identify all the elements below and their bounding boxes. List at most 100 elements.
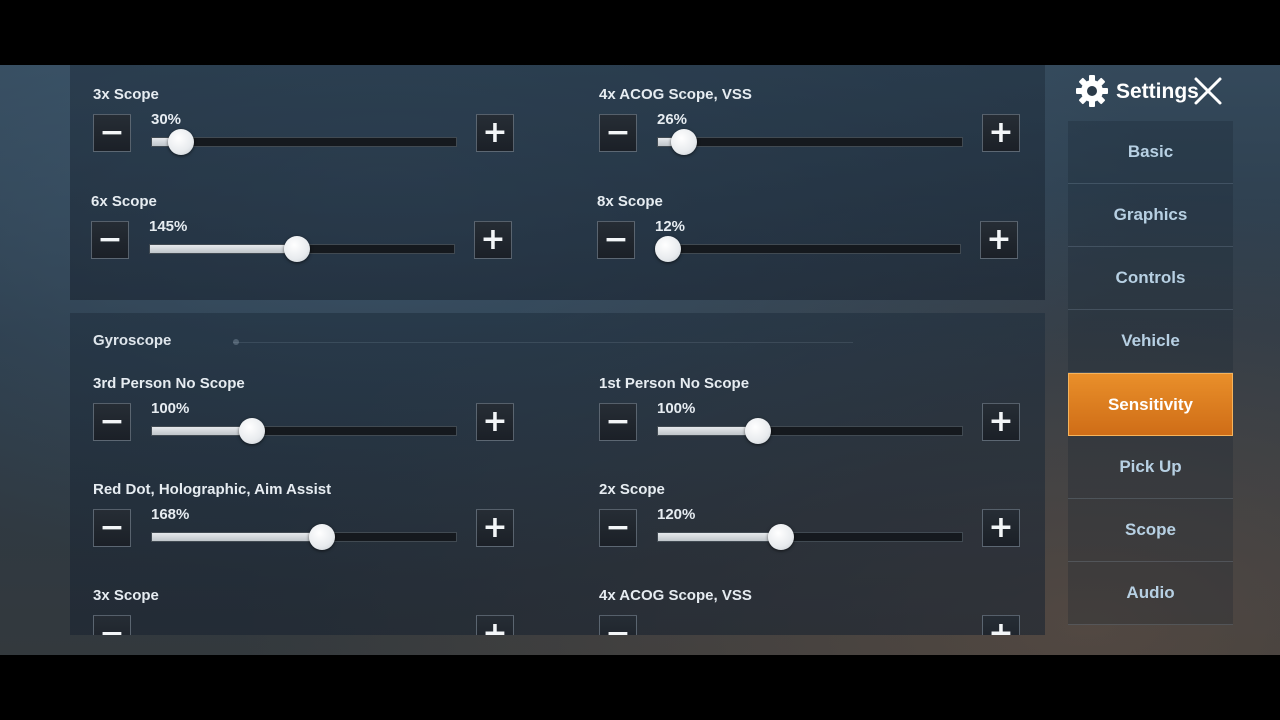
increase-button[interactable]: + bbox=[982, 509, 1020, 547]
minus-icon: − bbox=[603, 222, 629, 257]
plus-icon: + bbox=[482, 404, 508, 439]
increase-button[interactable]: + bbox=[476, 403, 514, 441]
gyro-slider-3x-scope: 3x Scope − + bbox=[93, 587, 523, 635]
slider-fill bbox=[150, 245, 298, 253]
sidebar-item-scope[interactable]: Scope bbox=[1068, 499, 1233, 562]
slider-thumb[interactable] bbox=[655, 236, 682, 262]
increase-button[interactable]: + bbox=[980, 221, 1018, 259]
gear-icon bbox=[1076, 75, 1108, 107]
plus-icon: + bbox=[482, 616, 508, 636]
slider-fill bbox=[152, 533, 323, 541]
minus-icon: − bbox=[99, 115, 125, 150]
slider-thumb[interactable] bbox=[167, 129, 194, 155]
slider-value: 26% bbox=[657, 111, 688, 128]
slider-label: 8x Scope bbox=[597, 193, 663, 210]
sidebar-item-audio[interactable]: Audio bbox=[1068, 562, 1233, 625]
sidebar-item-label: Scope bbox=[1124, 520, 1177, 539]
slider-label: 3x Scope bbox=[93, 86, 159, 103]
slider-4x-acog-scope: 4x ACOG Scope, VSS − 26% + bbox=[599, 86, 1029, 176]
plus-icon: + bbox=[988, 404, 1014, 439]
decrease-button[interactable]: − bbox=[599, 403, 637, 441]
decrease-button[interactable]: − bbox=[599, 114, 637, 152]
section-divider bbox=[233, 342, 853, 343]
sidebar-item-label: Vehicle bbox=[1121, 331, 1180, 350]
slider-thumb[interactable] bbox=[309, 524, 336, 550]
sidebar-item-label: Pick Up bbox=[1119, 457, 1182, 476]
sidebar-item-label: Controls bbox=[1115, 268, 1186, 287]
minus-icon: − bbox=[97, 222, 123, 257]
slider-value: 120% bbox=[657, 506, 696, 523]
slider-thumb[interactable] bbox=[670, 129, 697, 155]
plus-icon: + bbox=[988, 510, 1014, 545]
settings-title: Settings bbox=[1116, 80, 1199, 103]
scope-sensitivity-panel: 3x Scope − 30% + 4x ACOG Scope, VSS − 26… bbox=[70, 65, 1045, 300]
slider-fill bbox=[658, 427, 759, 435]
decrease-button[interactable]: − bbox=[599, 509, 637, 547]
slider-fill bbox=[658, 533, 782, 541]
slider-label: 4x ACOG Scope, VSS bbox=[599, 86, 752, 103]
slider-track[interactable] bbox=[151, 524, 457, 550]
section-title: Gyroscope bbox=[93, 332, 172, 349]
slider-6x-scope: 6x Scope − 145% + bbox=[91, 193, 521, 283]
sidebar-item-vehicle[interactable]: Vehicle bbox=[1068, 310, 1233, 373]
minus-icon: − bbox=[99, 510, 125, 545]
gyro-slider-1st-person-no-scope: 1st Person No Scope − 100% + bbox=[599, 375, 1029, 465]
slider-track[interactable] bbox=[151, 418, 457, 444]
slider-value: 30% bbox=[151, 111, 182, 128]
increase-button[interactable]: + bbox=[474, 221, 512, 259]
sidebar-item-label: Audio bbox=[1126, 583, 1175, 602]
gyroscope-section-header: Gyroscope bbox=[93, 332, 853, 352]
slider-label: 6x Scope bbox=[91, 193, 157, 210]
increase-button[interactable]: + bbox=[476, 509, 514, 547]
sidebar-item-graphics[interactable]: Graphics bbox=[1068, 184, 1233, 247]
sidebar-item-sensitivity[interactable]: Sensitivity bbox=[1068, 373, 1233, 436]
slider-track[interactable] bbox=[657, 524, 963, 550]
slider-label: Red Dot, Holographic, Aim Assist bbox=[93, 481, 332, 498]
decrease-button[interactable]: − bbox=[93, 615, 131, 635]
increase-button[interactable]: + bbox=[982, 615, 1020, 635]
slider-track[interactable] bbox=[657, 418, 963, 444]
gyroscope-panel: Gyroscope 3rd Person No Scope − 100% + 1… bbox=[70, 313, 1045, 635]
plus-icon: + bbox=[482, 510, 508, 545]
slider-3x-scope: 3x Scope − 30% + bbox=[93, 86, 523, 176]
gyro-slider-2x-scope: 2x Scope − 120% + bbox=[599, 481, 1029, 571]
settings-sidebar: Settings Basic Graphics Controls Vehicle… bbox=[1068, 65, 1280, 655]
sidebar-item-controls[interactable]: Controls bbox=[1068, 247, 1233, 310]
increase-button[interactable]: + bbox=[476, 114, 514, 152]
gyro-slider-red-dot-holographic: Red Dot, Holographic, Aim Assist − 168% … bbox=[93, 481, 523, 571]
slider-track[interactable] bbox=[151, 129, 457, 155]
gyro-slider-4x-acog-scope: 4x ACOG Scope, VSS − + bbox=[599, 587, 1029, 635]
plus-icon: + bbox=[986, 222, 1012, 257]
decrease-button[interactable]: − bbox=[93, 403, 131, 441]
slider-label: 4x ACOG Scope, VSS bbox=[599, 587, 752, 604]
slider-track[interactable] bbox=[657, 129, 963, 155]
slider-track[interactable] bbox=[655, 236, 961, 262]
gyro-slider-3rd-person-no-scope: 3rd Person No Scope − 100% + bbox=[93, 375, 523, 465]
decrease-button[interactable]: − bbox=[93, 509, 131, 547]
decrease-button[interactable]: − bbox=[91, 221, 129, 259]
minus-icon: − bbox=[605, 115, 631, 150]
slider-label: 3x Scope bbox=[93, 587, 159, 604]
slider-value: 168% bbox=[151, 506, 190, 523]
slider-value: 145% bbox=[149, 218, 188, 235]
slider-8x-scope: 8x Scope − 12% + bbox=[597, 193, 1027, 283]
minus-icon: − bbox=[605, 404, 631, 439]
slider-value: 12% bbox=[655, 218, 686, 235]
slider-thumb[interactable] bbox=[745, 418, 772, 444]
close-icon[interactable] bbox=[1192, 75, 1224, 107]
decrease-button[interactable]: − bbox=[599, 615, 637, 635]
increase-button[interactable]: + bbox=[982, 114, 1020, 152]
sidebar-item-pick-up[interactable]: Pick Up bbox=[1068, 436, 1233, 499]
decrease-button[interactable]: − bbox=[597, 221, 635, 259]
sidebar-item-basic[interactable]: Basic bbox=[1068, 121, 1233, 184]
plus-icon: + bbox=[988, 616, 1014, 636]
slider-thumb[interactable] bbox=[284, 236, 311, 262]
slider-thumb[interactable] bbox=[239, 418, 266, 444]
plus-icon: + bbox=[988, 115, 1014, 150]
slider-thumb[interactable] bbox=[768, 524, 795, 550]
minus-icon: − bbox=[99, 616, 125, 636]
increase-button[interactable]: + bbox=[982, 403, 1020, 441]
decrease-button[interactable]: − bbox=[93, 114, 131, 152]
increase-button[interactable]: + bbox=[476, 615, 514, 635]
slider-track[interactable] bbox=[149, 236, 455, 262]
